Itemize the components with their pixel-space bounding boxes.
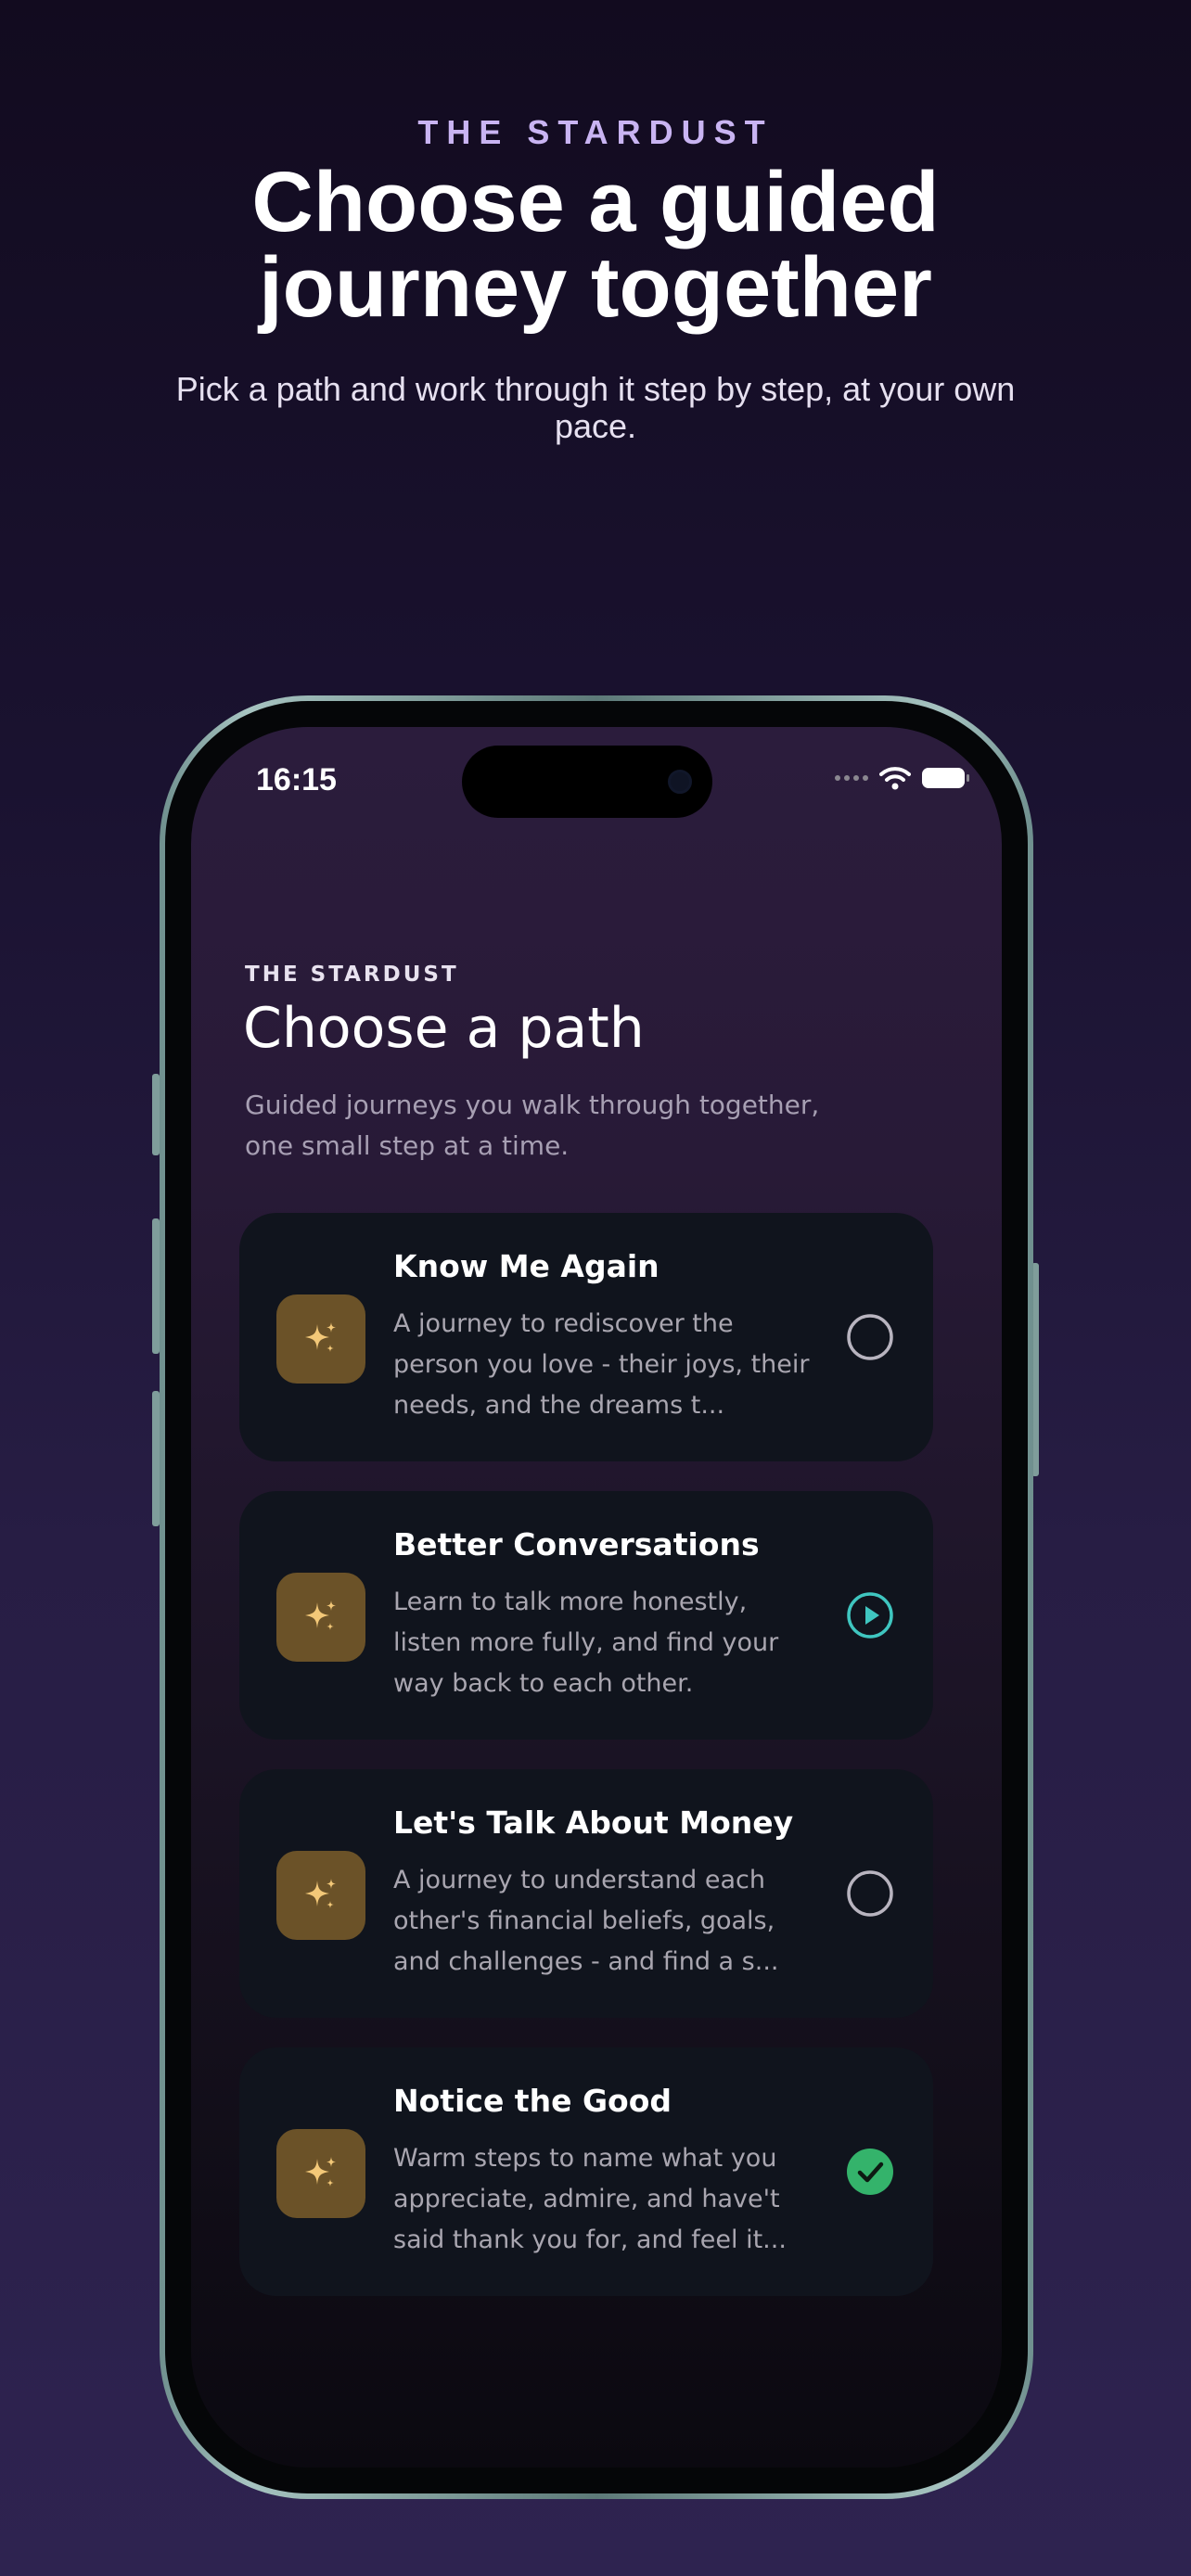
phone-bezel: 16:15 THE STARDUST Choose a path Guided … [165,701,1028,2493]
phone-screen: 16:15 THE STARDUST Choose a path Guided … [191,727,1002,2468]
phone-frame: 16:15 THE STARDUST Choose a path Guided … [160,695,1033,2499]
path-list: Know Me Again A journey to rediscover th… [239,1213,933,2326]
path-description: Learn to talk more honestly, listen more… [393,1588,779,1698]
path-description: A journey to understand each other's fin… [393,1866,779,1976]
camera-icon [668,770,692,794]
sparkle-icon [305,1879,336,1908]
hero-eyebrow: THE STARDUST [417,113,774,151]
path-title: Notice the Good [393,2083,672,2119]
hero-subtitle: Pick a path and work through it step by … [175,370,1016,445]
path-description: Warm steps to name what you appreciate, … [393,2144,787,2254]
path-title: Let's Talk About Money [393,1804,794,1841]
path-card-better-conversations[interactable]: Better Conversations Learn to talk more … [239,1491,933,1740]
sparkle-icon [305,1600,336,1630]
screen-eyebrow: THE STARDUST [245,963,459,987]
play-circle-icon[interactable] [846,1591,894,1639]
path-card-notice-the-good[interactable]: Notice the Good Warm steps to name what … [239,2047,933,2296]
empty-circle-icon[interactable] [846,1313,894,1361]
dynamic-island [462,746,712,818]
path-title: Know Me Again [393,1248,660,1284]
path-icon-tile [276,2129,365,2218]
cellular-signal-icon [835,775,868,781]
screen-subtitle: Guided journeys you walk through togethe… [245,1090,820,1161]
status-indicators [835,764,969,792]
path-description: A journey to rediscover the person you l… [393,1309,810,1420]
volume-down-button [152,1391,160,1526]
path-icon-tile [276,1294,365,1384]
hero-title: Choose a guided journey together [251,155,940,335]
battery-icon [922,768,969,788]
status-time: 16:15 [256,762,337,797]
path-card-know-me-again[interactable]: Know Me Again A journey to rediscover th… [239,1213,933,1461]
path-title: Better Conversations [393,1526,760,1562]
wifi-icon [879,767,911,790]
empty-circle-icon[interactable] [846,1869,894,1918]
screen-title: Choose a path [243,996,645,1061]
path-card-lets-talk-about-money[interactable]: Let's Talk About Money A journey to unde… [239,1769,933,2018]
sparkle-icon [305,1322,336,1352]
path-icon-tile [276,1573,365,1662]
checkmark-circle-icon[interactable] [846,2148,894,2196]
action-button [152,1074,160,1155]
path-icon-tile [276,1851,365,1940]
sparkle-icon [305,2157,336,2187]
volume-up-button [152,1218,160,1354]
